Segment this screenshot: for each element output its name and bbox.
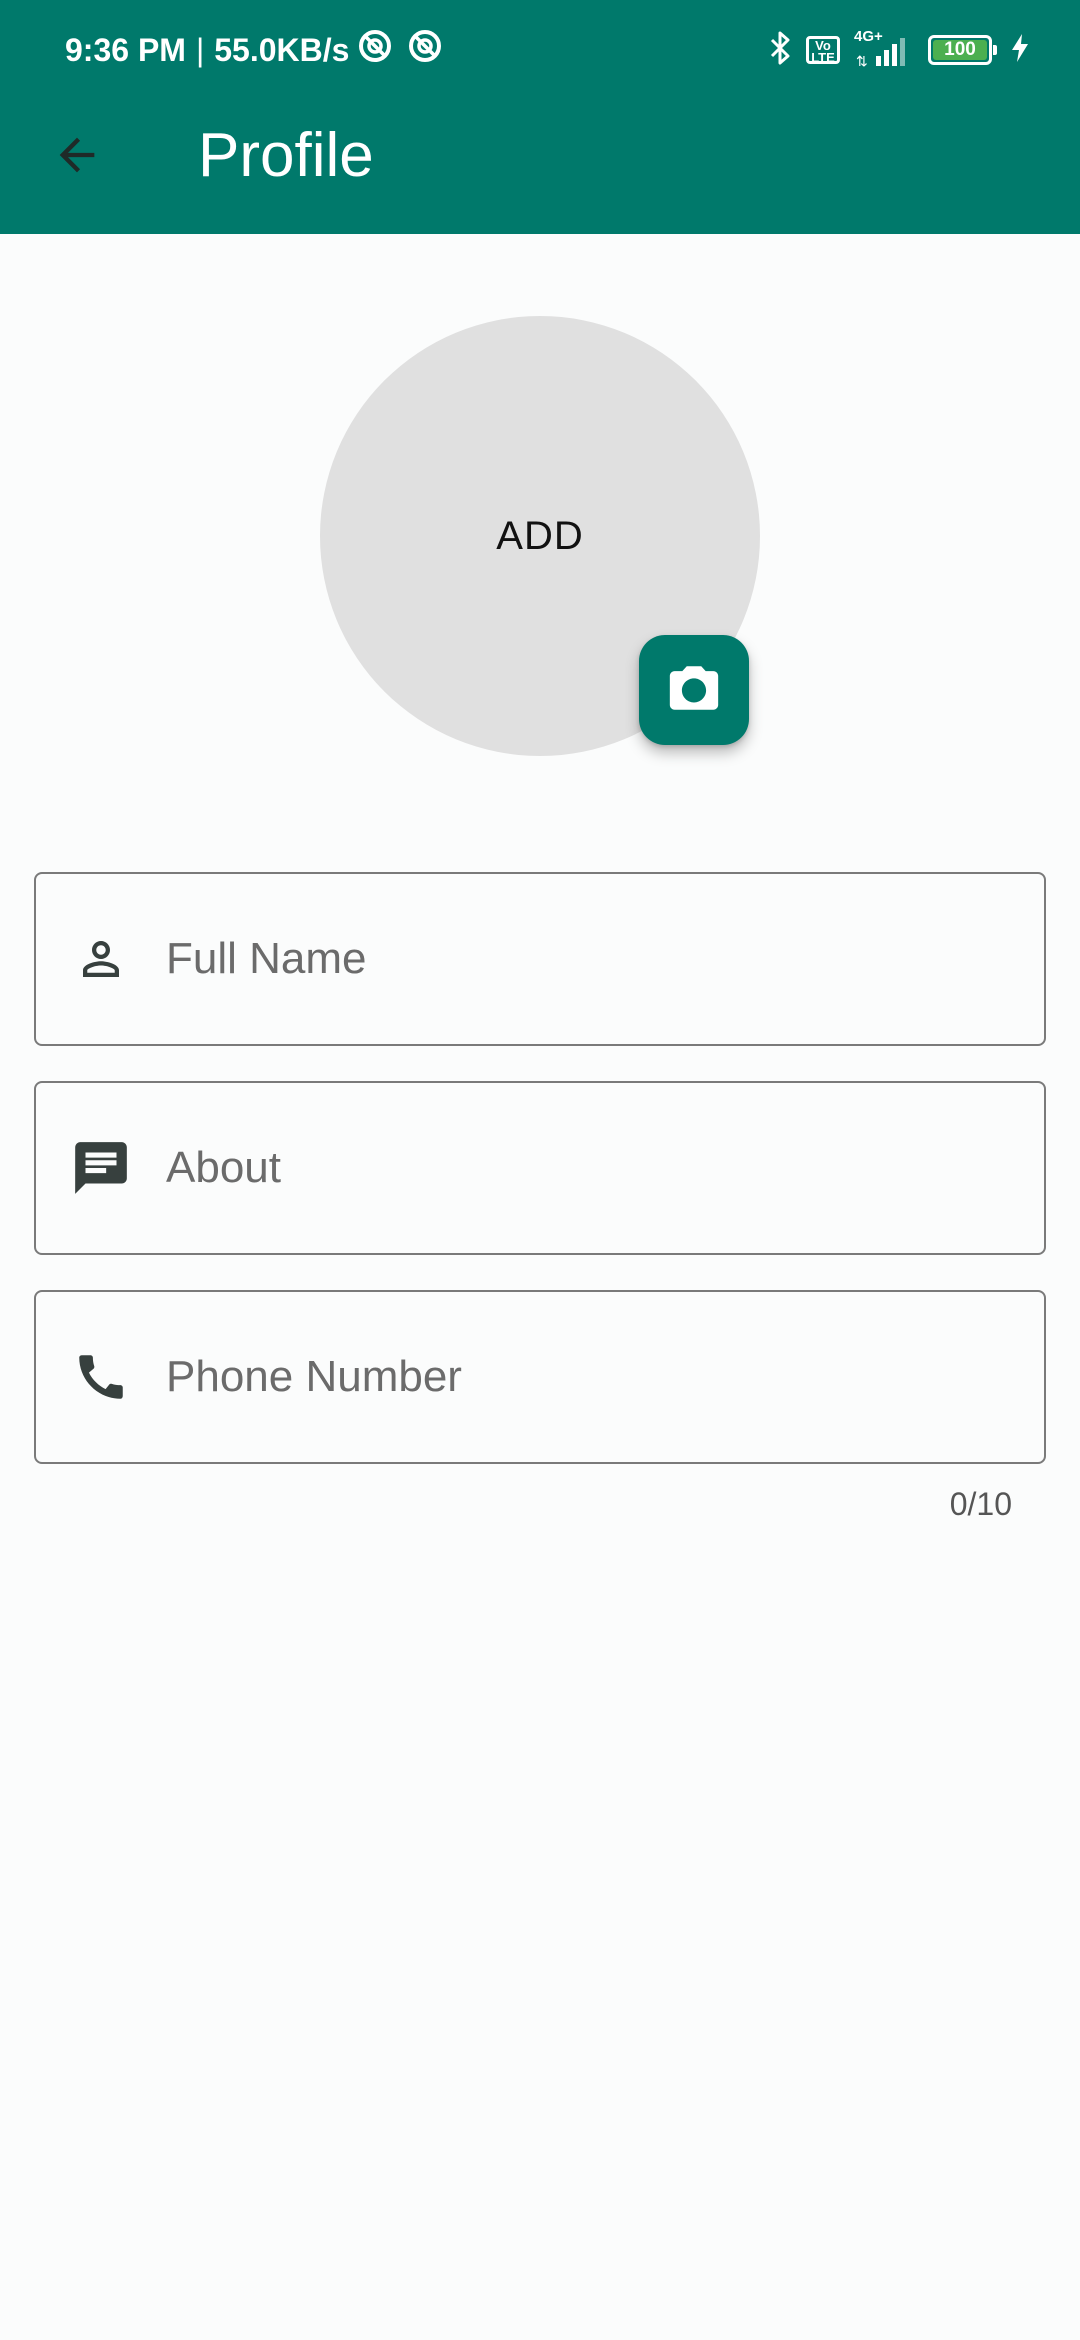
full-name-field[interactable]: Full Name bbox=[34, 872, 1046, 1046]
page-title: Profile bbox=[198, 121, 374, 190]
camera-icon bbox=[665, 659, 723, 722]
about-placeholder: About bbox=[166, 1143, 281, 1192]
person-icon bbox=[68, 926, 134, 992]
sync-icon bbox=[357, 28, 393, 72]
status-separator: | bbox=[195, 31, 205, 68]
battery-level: 100 bbox=[933, 40, 987, 60]
camera-button[interactable] bbox=[639, 635, 749, 745]
phone-char-counter: 0/10 bbox=[949, 1486, 1012, 1522]
back-button[interactable] bbox=[40, 120, 114, 194]
volte-icon: Vo LTE bbox=[806, 36, 840, 64]
avatar-label: ADD bbox=[496, 513, 584, 558]
phone-number-field[interactable]: Phone Number bbox=[34, 1290, 1046, 1464]
charging-icon bbox=[1010, 32, 1030, 69]
status-bar: 9:36 PM | 55.0KB/s Vo LTE 4G+ ⇅ 100 bbox=[0, 0, 1080, 100]
network-speed: 55.0KB/s bbox=[214, 31, 350, 68]
signal-icon: 4G+ ⇅ bbox=[854, 28, 914, 70]
about-field[interactable]: About bbox=[34, 1081, 1046, 1255]
status-time: 9:36 PM bbox=[65, 31, 186, 68]
arrow-back-icon bbox=[51, 129, 103, 186]
status-right: Vo LTE 4G+ ⇅ 100 bbox=[768, 28, 1030, 72]
full-name-placeholder: Full Name bbox=[166, 934, 367, 983]
sync-icon bbox=[407, 28, 443, 72]
phone-number-placeholder: Phone Number bbox=[166, 1352, 462, 1401]
battery-icon: 100 bbox=[928, 35, 997, 65]
message-icon bbox=[68, 1135, 134, 1201]
app-bar: 9:36 PM | 55.0KB/s Vo LTE 4G+ ⇅ 100 Prof… bbox=[0, 0, 1080, 234]
phone-icon bbox=[68, 1344, 134, 1410]
bluetooth-icon bbox=[768, 30, 792, 71]
svg-text:⇅: ⇅ bbox=[856, 53, 868, 69]
status-left: 9:36 PM | 55.0KB/s bbox=[65, 28, 443, 72]
